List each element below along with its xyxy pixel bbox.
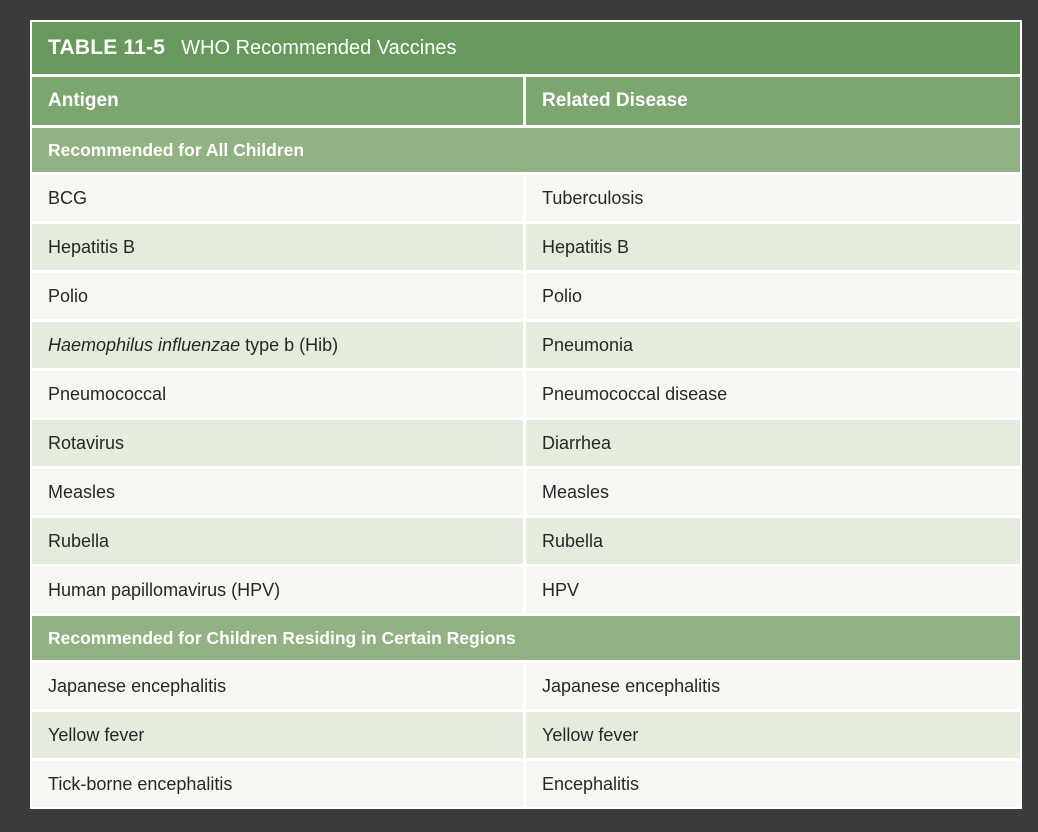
antigen-text: Pneumococcal	[48, 383, 167, 404]
antigen-text: Rotavirus	[48, 432, 125, 453]
disease-text: Encephalitis	[542, 773, 640, 794]
antigen-text: Rubella	[48, 530, 110, 551]
table-row: Yellow fever Yellow fever	[32, 712, 1020, 758]
column-header-row: Antigen Related Disease	[32, 77, 1020, 125]
antigen-cell: Rubella	[32, 518, 523, 564]
disease-cell: Measles	[526, 469, 1020, 515]
antigen-text: Human papillomavirus (HPV)	[48, 579, 281, 600]
antigen-text: Tick-borne encephalitis	[48, 773, 233, 794]
table-row: Rubella Rubella	[32, 518, 1020, 564]
antigen-text: type b (Hib)	[240, 334, 339, 355]
disease-cell: Pneumococcal disease	[526, 371, 1020, 417]
table-row: Polio Polio	[32, 273, 1020, 319]
disease-text: HPV	[542, 579, 580, 600]
disease-cell: Tuberculosis	[526, 175, 1020, 221]
disease-cell: HPV	[526, 567, 1020, 613]
disease-text: Tuberculosis	[542, 187, 644, 208]
antigen-cell: Tick-borne encephalitis	[32, 761, 523, 807]
table-row: Pneumococcal Pneumococcal disease	[32, 371, 1020, 417]
antigen-text: Yellow fever	[48, 724, 145, 745]
table-row: Measles Measles	[32, 469, 1020, 515]
table-row: Hepatitis B Hepatitis B	[32, 224, 1020, 270]
disease-text: Japanese encephalitis	[542, 675, 721, 696]
disease-cell: Polio	[526, 273, 1020, 319]
table-row: Rotavirus Diarrhea	[32, 420, 1020, 466]
column-header-related-disease: Related Disease	[526, 77, 1020, 125]
table-row: BCG Tuberculosis	[32, 175, 1020, 221]
disease-cell: Rubella	[526, 518, 1020, 564]
table-row: Japanese encephalitis Japanese encephali…	[32, 663, 1020, 709]
antigen-cell: Hepatitis B	[32, 224, 523, 270]
disease-cell: Japanese encephalitis	[526, 663, 1020, 709]
disease-text: Yellow fever	[542, 724, 639, 745]
disease-text: Measles	[542, 481, 610, 502]
section-header-all-children: Recommended for All Children	[32, 128, 1020, 172]
table-row: Human papillomavirus (HPV) HPV	[32, 567, 1020, 613]
disease-cell: Hepatitis B	[526, 224, 1020, 270]
disease-cell: Encephalitis	[526, 761, 1020, 807]
disease-text: Rubella	[542, 530, 604, 551]
section-header-certain-regions: Recommended for Children Residing in Cer…	[32, 616, 1020, 660]
table-title-text: WHO Recommended Vaccines	[181, 36, 457, 59]
antigen-italic-text: Haemophilus influenzae	[48, 334, 241, 355]
antigen-cell: Haemophilus influenzae type b (Hib)	[32, 322, 523, 368]
disease-text: Hepatitis B	[542, 236, 630, 257]
vaccine-table: TABLE 11-5 WHO Recommended Vaccines Anti…	[30, 20, 1022, 809]
antigen-text: Hepatitis B	[48, 236, 136, 257]
antigen-cell: Pneumococcal	[32, 371, 523, 417]
disease-text: Diarrhea	[542, 432, 612, 453]
table-row: Haemophilus influenzae type b (Hib) Pneu…	[32, 322, 1020, 368]
antigen-cell: Polio	[32, 273, 523, 319]
antigen-text: Japanese encephalitis	[48, 675, 227, 696]
antigen-text: Measles	[48, 481, 116, 502]
disease-cell: Diarrhea	[526, 420, 1020, 466]
table-number-label: TABLE 11-5	[48, 36, 166, 59]
table-row: Tick-borne encephalitis Encephalitis	[32, 761, 1020, 807]
column-header-antigen: Antigen	[32, 77, 523, 125]
antigen-cell: Yellow fever	[32, 712, 523, 758]
table-title-bar: TABLE 11-5 WHO Recommended Vaccines	[32, 22, 1020, 74]
disease-cell: Pneumonia	[526, 322, 1020, 368]
disease-text: Pneumococcal disease	[542, 383, 728, 404]
antigen-cell: BCG	[32, 175, 523, 221]
antigen-text: Polio	[48, 285, 89, 306]
antigen-cell: Measles	[32, 469, 523, 515]
antigen-text: BCG	[48, 187, 88, 208]
disease-cell: Yellow fever	[526, 712, 1020, 758]
antigen-cell: Human papillomavirus (HPV)	[32, 567, 523, 613]
disease-text: Polio	[542, 285, 583, 306]
disease-text: Pneumonia	[542, 334, 634, 355]
antigen-cell: Japanese encephalitis	[32, 663, 523, 709]
antigen-cell: Rotavirus	[32, 420, 523, 466]
